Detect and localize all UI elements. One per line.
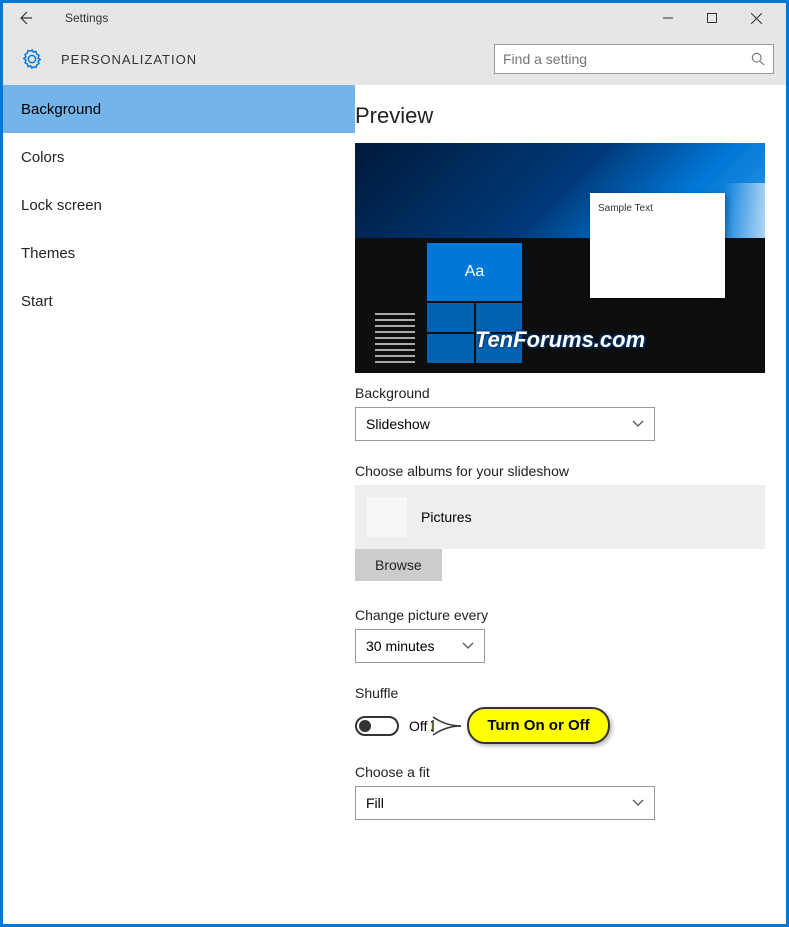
header: PERSONALIZATION (3, 33, 786, 85)
body: Background Colors Lock screen Themes Sta… (3, 85, 786, 924)
chevron-down-icon (462, 640, 474, 652)
fit-value: Fill (366, 795, 384, 811)
shuffle-label: Shuffle (355, 685, 762, 701)
sidebar-item-label: Themes (21, 245, 75, 262)
sidebar-item-label: Colors (21, 149, 64, 166)
sidebar-item-themes[interactable]: Themes (3, 229, 355, 277)
content: Preview Aa Sample Text TenForums.com Bac… (355, 85, 786, 924)
chevron-down-icon (632, 418, 644, 430)
fit-label: Choose a fit (355, 764, 762, 780)
sidebar-item-colors[interactable]: Colors (3, 133, 355, 181)
background-dropdown[interactable]: Slideshow (355, 407, 655, 441)
section-title: PERSONALIZATION (61, 52, 197, 67)
albums-label: Choose albums for your slideshow (355, 463, 762, 479)
gear-icon (21, 48, 43, 70)
search-box[interactable] (494, 44, 774, 74)
sidebar-item-label: Background (21, 101, 101, 118)
fit-dropdown[interactable]: Fill (355, 786, 655, 820)
settings-window: Settings PERSONALIZATION Background Colo… (3, 3, 786, 924)
background-value: Slideshow (366, 416, 430, 432)
preview-heading: Preview (355, 103, 762, 129)
shuffle-toggle[interactable] (355, 716, 399, 736)
sidebar-item-label: Lock screen (21, 197, 102, 214)
annotation-callout: Turn On or Off (437, 707, 609, 744)
chevron-down-icon (632, 797, 644, 809)
album-item[interactable]: Pictures (355, 485, 765, 549)
close-button[interactable] (734, 3, 778, 33)
preview-sample-window: Sample Text (590, 193, 725, 298)
change-picture-dropdown[interactable]: 30 minutes (355, 629, 485, 663)
preview-tile-text: Aa (427, 243, 522, 301)
sidebar-item-label: Start (21, 293, 53, 310)
sidebar-item-lock-screen[interactable]: Lock screen (3, 181, 355, 229)
search-input[interactable] (503, 51, 751, 67)
browse-label: Browse (375, 557, 422, 573)
background-label: Background (355, 385, 762, 401)
browse-button[interactable]: Browse (355, 549, 442, 581)
preview-image: Aa Sample Text TenForums.com (355, 143, 765, 373)
callout-text: Turn On or Off (467, 707, 609, 744)
maximize-button[interactable] (690, 3, 734, 33)
sidebar: Background Colors Lock screen Themes Sta… (3, 85, 355, 924)
change-picture-label: Change picture every (355, 607, 762, 623)
sidebar-item-start[interactable]: Start (3, 277, 355, 325)
watermark: TenForums.com (355, 327, 765, 353)
minimize-button[interactable] (646, 3, 690, 33)
titlebar: Settings (3, 3, 786, 33)
shuffle-state: Off (409, 718, 427, 734)
album-thumbnail (367, 497, 407, 537)
preview-sample-text: Sample Text (598, 203, 653, 214)
sidebar-item-background[interactable]: Background (3, 85, 355, 133)
change-picture-value: 30 minutes (366, 638, 434, 654)
album-name: Pictures (421, 509, 472, 525)
back-button[interactable] (17, 10, 37, 26)
window-title: Settings (65, 11, 108, 25)
search-icon (751, 52, 765, 66)
